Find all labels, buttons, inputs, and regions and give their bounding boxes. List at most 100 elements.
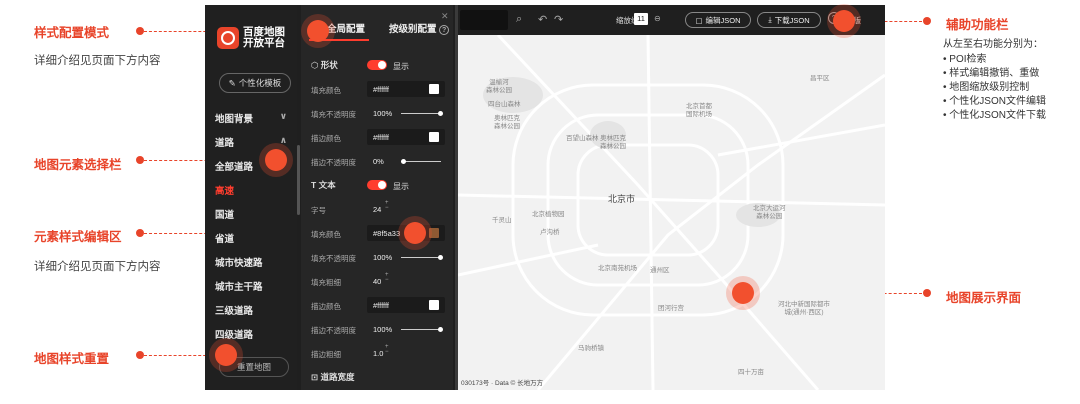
sidebar-item-city-expressway[interactable]: 城市快速路 bbox=[215, 255, 263, 269]
slider-knob[interactable] bbox=[401, 159, 406, 164]
sidebar-item-city-arterial[interactable]: 城市主干路 bbox=[215, 279, 263, 293]
text-fill-color-value: #8f5a33 bbox=[373, 229, 401, 238]
text-fill-weight-value: 40 bbox=[373, 277, 382, 286]
map-place-label: 团河行宫 bbox=[658, 305, 684, 312]
aux-description-item: 样式编辑撤销、重做 bbox=[943, 67, 1046, 81]
callout-element-select: 地图元素选择栏 bbox=[34, 158, 122, 172]
shape-stroke-opacity-value: 0% bbox=[373, 157, 384, 166]
callout-dot bbox=[923, 289, 931, 297]
map-place-label: 北京首都 国际机场 bbox=[686, 103, 712, 118]
undo-icon[interactable]: ↶ bbox=[538, 13, 547, 26]
slider-knob[interactable] bbox=[438, 255, 443, 260]
callout-element-edit: 元素样式编辑区 bbox=[34, 230, 122, 244]
text-stroke-color-label: 描边颜色 bbox=[311, 302, 341, 311]
close-icon[interactable]: ✕ bbox=[441, 11, 449, 22]
shape-label: 形状 bbox=[320, 60, 338, 70]
sidebar-group-map-background[interactable]: 地图背景 ∨ bbox=[215, 111, 295, 125]
sidebar-group-label: 地图背景 bbox=[215, 114, 254, 125]
map-roads bbox=[458, 35, 885, 390]
map-display[interactable]: 北京市 昌平区 温榆河 森林公园 四台山森林 奥林匹克 森林公园 北京首都 国际… bbox=[458, 35, 885, 390]
map-place-label: 马驹桥镇 bbox=[578, 345, 604, 352]
text-icon: T bbox=[311, 180, 317, 190]
help-icon: ? bbox=[439, 25, 450, 35]
text-show-label: 显示 bbox=[393, 182, 409, 191]
text-fill-color-swatch[interactable] bbox=[429, 228, 439, 238]
map-place-label: 奥林匹克 森林公园 bbox=[600, 135, 626, 150]
text-section-header: T 文本 bbox=[311, 179, 336, 191]
sidebar-item-provincial-road[interactable]: 省道 bbox=[215, 231, 234, 245]
map-place-label: 卢沟桥 bbox=[540, 229, 560, 236]
callout-aux-bar: 辅助功能栏 bbox=[946, 18, 1009, 32]
zoom-level-value[interactable]: 11 bbox=[634, 13, 648, 25]
road-width-label: 道路宽度 bbox=[320, 372, 355, 382]
shape-stroke-opacity-label: 描边不透明度 bbox=[311, 158, 356, 167]
marker-style-mode bbox=[307, 20, 329, 42]
hexagon-icon: ⬡ bbox=[311, 60, 319, 70]
zoom-out-icon[interactable]: ⊖ bbox=[654, 14, 661, 23]
sidebar-item-all-roads[interactable]: 全部道路 bbox=[215, 159, 253, 173]
baidu-map-logo: 百度地图 开放平台 bbox=[217, 23, 289, 53]
shape-toggle[interactable] bbox=[367, 60, 387, 70]
callout-dot bbox=[923, 17, 931, 25]
shape-fill-color-swatch[interactable] bbox=[429, 84, 439, 94]
download-json-button[interactable]: ⤓ 下载JSON bbox=[757, 12, 821, 28]
poi-search-input[interactable] bbox=[460, 10, 508, 30]
shape-fill-opacity-value: 100% bbox=[373, 109, 393, 118]
shape-fill-opacity-slider[interactable] bbox=[401, 111, 443, 116]
tab-global-config[interactable]: 全局配置 bbox=[327, 21, 365, 35]
slider-knob[interactable] bbox=[438, 327, 443, 332]
marker-element-select bbox=[265, 149, 287, 171]
style-edit-panel: 全局配置 按级别配置 ? ✕ ⬡ 形状 显示 填充颜色 #ffffff 填充不透… bbox=[301, 5, 453, 390]
sidebar-item-quaternary-road[interactable]: 四级道路 bbox=[215, 327, 253, 341]
search-icon[interactable]: ⌕ bbox=[516, 13, 522, 26]
shape-fill-opacity-label: 填充不透明度 bbox=[311, 110, 356, 119]
text-fill-weight-stepper[interactable]: + − bbox=[385, 272, 389, 283]
map-place-label: 千灵山 bbox=[492, 217, 512, 224]
text-fill-opacity-slider[interactable] bbox=[401, 255, 443, 260]
slider-knob[interactable] bbox=[438, 111, 443, 116]
logo-line2: 开放平台 bbox=[243, 37, 285, 49]
tab-level-config-label: 按级别配置 bbox=[389, 24, 437, 35]
text-toggle[interactable] bbox=[367, 180, 387, 190]
sidebar-group-road[interactable]: 道路 ∧ bbox=[215, 135, 295, 149]
text-stroke-weight-stepper[interactable]: + − bbox=[385, 344, 389, 355]
sidebar-item-highway[interactable]: 高速 bbox=[215, 183, 234, 197]
map-place-label: 通州区 bbox=[650, 267, 670, 274]
callout-dot bbox=[136, 229, 144, 237]
text-fill-color-label: 填充颜色 bbox=[311, 230, 341, 239]
redo-icon[interactable]: ↷ bbox=[554, 13, 563, 26]
text-stroke-color-swatch[interactable] bbox=[429, 300, 439, 310]
marker-aux-bar bbox=[833, 10, 855, 32]
map-place-label: 四十万亩 bbox=[738, 369, 764, 376]
template-button[interactable]: ✎ 个性化模板 bbox=[219, 73, 291, 93]
sidebar-item-tertiary-road[interactable]: 三级道路 bbox=[215, 303, 253, 317]
callout-style-mode: 样式配置模式 bbox=[34, 26, 110, 40]
text-size-value: 24 bbox=[373, 205, 382, 214]
shape-stroke-color-value: #ffffff bbox=[373, 133, 389, 142]
shape-stroke-opacity-slider[interactable] bbox=[401, 159, 441, 164]
callout-dot bbox=[136, 27, 144, 35]
text-fill-weight-label: 填充粗细 bbox=[311, 278, 341, 287]
road-width-section-header: ⊡ 道路宽度 bbox=[311, 371, 355, 383]
sidebar-item-national-road[interactable]: 国道 bbox=[215, 207, 234, 221]
text-size-stepper[interactable]: + − bbox=[385, 200, 389, 211]
style-editor-app: 百度地图 开放平台 ✎ 个性化模板 地图背景 ∨ 道路 ∧ 全部道路 高速 国道… bbox=[205, 5, 885, 390]
edit-json-button[interactable]: ▢ 编辑JSON bbox=[685, 12, 751, 28]
baidu-logo-icon bbox=[217, 27, 239, 49]
text-label: 文本 bbox=[318, 180, 336, 190]
edit-icon: ▢ bbox=[695, 15, 703, 25]
text-stroke-color-value: #ffffff bbox=[373, 301, 389, 310]
map-copyright: 030173号 · Data © 长地万方 bbox=[461, 380, 544, 387]
text-stroke-weight-label: 描边粗细 bbox=[311, 350, 341, 359]
shape-fill-color-value: #ffffff bbox=[373, 85, 389, 94]
map-place-label: 北京大运河 森林公园 bbox=[753, 205, 786, 220]
text-stroke-opacity-value: 100% bbox=[373, 325, 393, 334]
map-place-label: 北京植物园 bbox=[532, 211, 565, 218]
sidebar-scrollbar[interactable] bbox=[297, 145, 300, 215]
wand-icon: ✎ bbox=[228, 77, 236, 88]
map-city-label: 北京市 bbox=[608, 194, 636, 204]
text-stroke-opacity-slider[interactable] bbox=[401, 327, 443, 332]
tab-level-config[interactable]: 按级别配置 ? bbox=[389, 21, 450, 35]
shape-stroke-color-swatch[interactable] bbox=[429, 132, 439, 142]
aux-description-list: POI检索 样式编辑撤销、重做 地图缩放级别控制 个性化JSON文件编辑 个性化… bbox=[943, 53, 1046, 123]
